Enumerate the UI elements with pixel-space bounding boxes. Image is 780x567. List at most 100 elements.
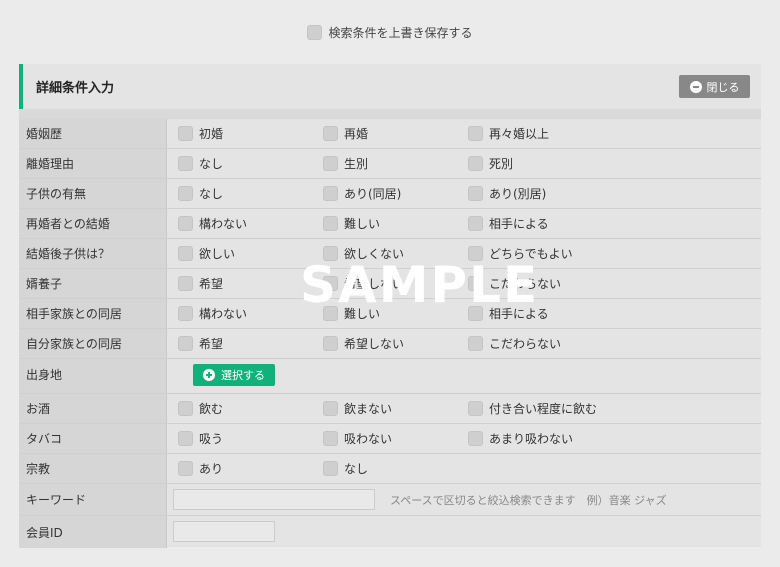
checkbox-icon[interactable]	[178, 336, 193, 351]
option-label: 死別	[489, 157, 514, 171]
option-checkbox[interactable]: こだわらない	[468, 335, 561, 352]
option-checkbox[interactable]: なし	[178, 155, 223, 172]
detail-conditions-panel: 詳細条件入力 閉じる 婚姻歴 初婚 再婚 再々婚以上 離婚理由 なし 生別 死別…	[19, 64, 761, 548]
checkbox-icon[interactable]	[323, 216, 338, 231]
row-label: 婚姻歴	[19, 119, 167, 148]
row-tobacco: タバコ 吸う 吸わない あまり吸わない	[19, 424, 761, 454]
option-label: 構わない	[199, 307, 248, 321]
option-checkbox[interactable]: 初婚	[178, 125, 223, 142]
checkbox-icon[interactable]	[178, 216, 193, 231]
option-checkbox[interactable]: 付き合い程度に飲む	[468, 400, 597, 417]
checkbox-icon[interactable]	[323, 246, 338, 261]
row-religion: 宗教 あり なし	[19, 454, 761, 484]
checkbox-icon[interactable]	[468, 336, 483, 351]
option-checkbox[interactable]: あり	[178, 460, 223, 477]
option-label: あり(同居)	[344, 187, 402, 201]
select-birthplace-button[interactable]: 選択する	[193, 364, 275, 386]
option-checkbox[interactable]: 再々婚以上	[468, 125, 549, 142]
checkbox-icon[interactable]	[468, 186, 483, 201]
row-input	[167, 516, 761, 548]
checkbox-icon[interactable]	[178, 186, 193, 201]
option-checkbox[interactable]: 希望	[178, 275, 223, 292]
option-label: 吸わない	[344, 432, 393, 446]
checkbox-icon[interactable]	[178, 276, 193, 291]
save-conditions-checkbox[interactable]	[307, 24, 323, 40]
minus-circle-icon	[689, 80, 702, 93]
checkbox-icon[interactable]	[323, 186, 338, 201]
option-label: なし	[344, 462, 369, 476]
option-checkbox[interactable]: あり(同居)	[323, 185, 401, 202]
row-label: 再婚者との結婚	[19, 209, 167, 238]
close-button[interactable]: 閉じる	[679, 75, 750, 98]
option-checkbox[interactable]: 希望しない	[323, 275, 404, 292]
row-options: 構わない 難しい 相手による	[167, 299, 761, 328]
checkbox-icon[interactable]	[468, 431, 483, 446]
row-options: 希望 希望しない こだわらない	[167, 269, 761, 298]
option-checkbox[interactable]: どちらでもよい	[468, 245, 573, 262]
option-checkbox[interactable]: 吸わない	[323, 430, 392, 447]
option-checkbox[interactable]: 相手による	[468, 305, 549, 322]
option-label: なし	[199, 187, 224, 201]
keyword-input[interactable]	[173, 489, 375, 510]
checkbox-icon[interactable]	[468, 306, 483, 321]
option-checkbox[interactable]: 構わない	[178, 305, 247, 322]
option-checkbox[interactable]: 吸う	[178, 430, 223, 447]
option-checkbox[interactable]: こだわらない	[468, 275, 561, 292]
checkbox-icon[interactable]	[178, 156, 193, 171]
checkbox-icon[interactable]	[323, 336, 338, 351]
checkbox-icon[interactable]	[468, 216, 483, 231]
checkbox-icon[interactable]	[468, 126, 483, 141]
option-checkbox[interactable]: 飲まない	[323, 400, 392, 417]
option-checkbox[interactable]: 希望	[178, 335, 223, 352]
member-id-input[interactable]	[173, 521, 275, 542]
checkbox-icon[interactable]	[178, 126, 193, 141]
checkbox-icon[interactable]	[323, 431, 338, 446]
checkbox-icon[interactable]	[323, 126, 338, 141]
option-label: 相手による	[489, 217, 549, 231]
checkbox-icon[interactable]	[178, 306, 193, 321]
save-conditions-option[interactable]: 検索条件を上書き保存する	[0, 22, 780, 42]
option-checkbox[interactable]: なし	[178, 185, 223, 202]
option-checkbox[interactable]: 希望しない	[323, 335, 404, 352]
checkbox-icon[interactable]	[323, 306, 338, 321]
option-label: どちらでもよい	[489, 247, 573, 261]
row-options: 構わない 難しい 相手による	[167, 209, 761, 238]
row-options: 欲しい 欲しくない どちらでもよい	[167, 239, 761, 268]
option-label: 欲しくない	[344, 247, 405, 261]
panel-header: 詳細条件入力 閉じる	[19, 64, 761, 109]
row-options: 吸う 吸わない あまり吸わない	[167, 424, 761, 453]
checkbox-icon[interactable]	[323, 401, 338, 416]
row-marital-history: 婚姻歴 初婚 再婚 再々婚以上	[19, 119, 761, 149]
row-alcohol: お酒 飲む 飲まない 付き合い程度に飲む	[19, 394, 761, 424]
row-options: なし あり(同居) あり(別居)	[167, 179, 761, 208]
option-label: あり	[199, 462, 224, 476]
option-checkbox[interactable]: 再婚	[323, 125, 368, 142]
option-checkbox[interactable]: あり(別居)	[468, 185, 546, 202]
checkbox-icon[interactable]	[323, 461, 338, 476]
option-checkbox[interactable]: 生別	[323, 155, 368, 172]
option-checkbox[interactable]: 構わない	[178, 215, 247, 232]
checkbox-icon[interactable]	[468, 276, 483, 291]
checkbox-icon[interactable]	[178, 461, 193, 476]
row-options: あり なし	[167, 454, 761, 483]
option-checkbox[interactable]: 欲しくない	[323, 245, 404, 262]
option-checkbox[interactable]: 飲む	[178, 400, 223, 417]
checkbox-icon[interactable]	[178, 401, 193, 416]
option-label: 難しい	[344, 217, 381, 231]
option-checkbox[interactable]: 相手による	[468, 215, 549, 232]
checkbox-icon[interactable]	[468, 401, 483, 416]
checkbox-icon[interactable]	[323, 156, 338, 171]
row-birthplace: 出身地 選択する	[19, 359, 761, 394]
checkbox-icon[interactable]	[323, 276, 338, 291]
option-checkbox[interactable]: 難しい	[323, 215, 380, 232]
option-checkbox[interactable]: 死別	[468, 155, 513, 172]
option-checkbox[interactable]: なし	[323, 460, 368, 477]
checkbox-icon[interactable]	[178, 246, 193, 261]
checkbox-icon[interactable]	[178, 431, 193, 446]
option-checkbox[interactable]: あまり吸わない	[468, 430, 573, 447]
option-checkbox[interactable]: 欲しい	[178, 245, 235, 262]
row-options: 初婚 再婚 再々婚以上	[167, 119, 761, 148]
option-checkbox[interactable]: 難しい	[323, 305, 380, 322]
checkbox-icon[interactable]	[468, 246, 483, 261]
checkbox-icon[interactable]	[468, 156, 483, 171]
